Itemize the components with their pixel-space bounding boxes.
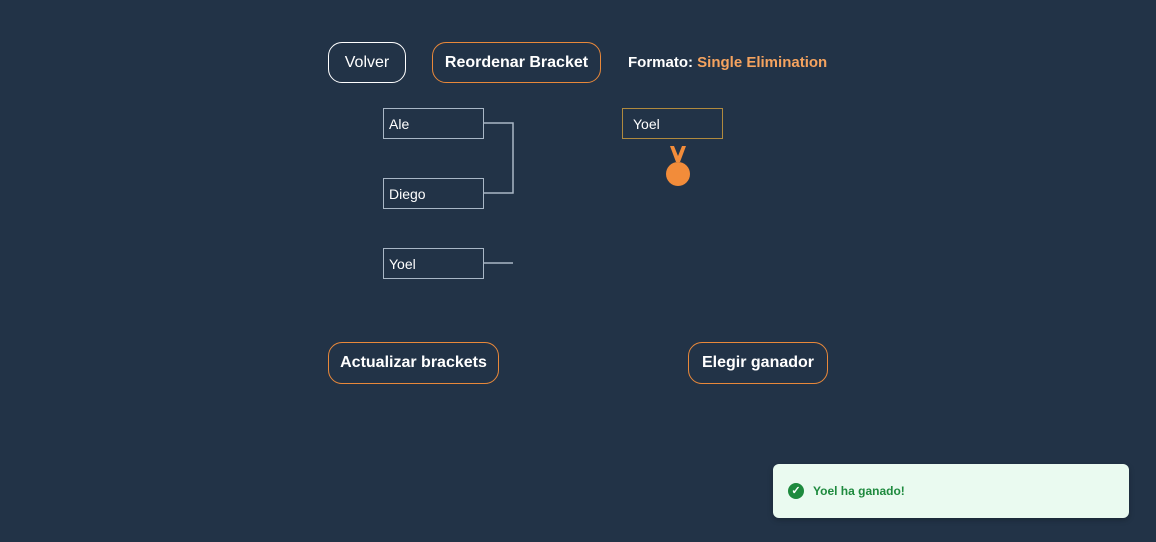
- toast-message: Yoel ha ganado!: [813, 484, 905, 498]
- check-circle-icon: ✓: [788, 483, 804, 499]
- bracket-connectors: [484, 122, 514, 264]
- participant-name: Diego: [389, 185, 426, 202]
- champion-name: Yoel: [633, 115, 660, 132]
- participant-name: Ale: [389, 115, 410, 132]
- medal-icon: [666, 146, 690, 186]
- match-connector: [484, 122, 514, 194]
- bracket-slot-1[interactable]: Ale: [383, 108, 484, 139]
- bracket-slot-2[interactable]: Diego: [383, 178, 484, 209]
- update-brackets-button[interactable]: Actualizar brackets: [328, 342, 499, 384]
- champion-slot: Yoel: [622, 108, 723, 139]
- participant-name: Yoel: [389, 255, 416, 272]
- choose-winner-button[interactable]: Elegir ganador: [688, 342, 828, 384]
- bracket-slot-3[interactable]: Yoel: [383, 248, 484, 279]
- success-toast[interactable]: ✓ Yoel ha ganado!: [773, 464, 1129, 518]
